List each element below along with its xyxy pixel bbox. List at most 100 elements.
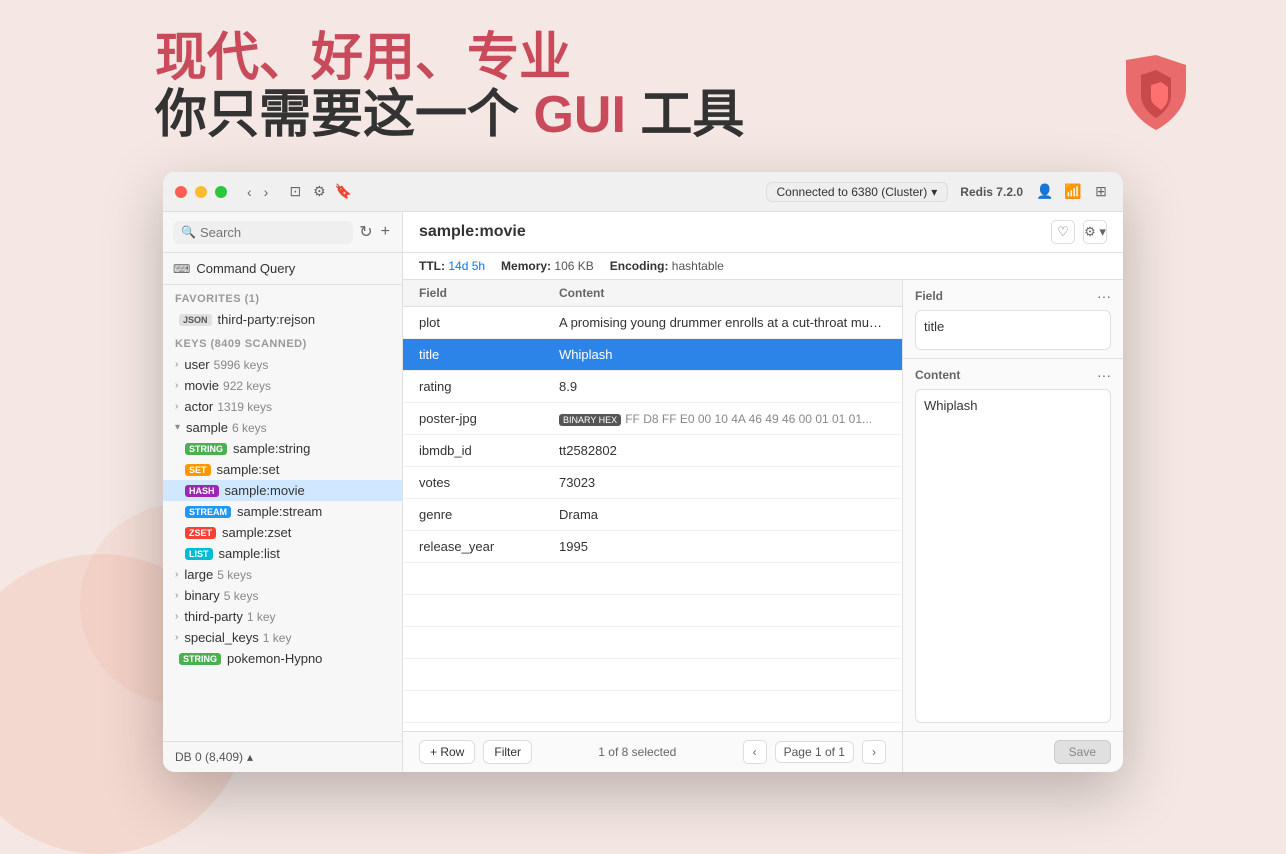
redis-version: Redis 7.2.0 (960, 185, 1023, 199)
next-page-button[interactable]: › (862, 740, 886, 764)
chevron-right-icon: › (175, 380, 178, 391)
add-row-label: + Row (430, 745, 464, 759)
favorites-header: FAVORITES (1) (163, 285, 402, 309)
wifi-icon[interactable]: 📶 (1063, 182, 1083, 202)
settings-icon[interactable]: ⚙ (310, 183, 328, 201)
key-group-large[interactable]: › large 5 keys (163, 564, 402, 585)
content-value-box[interactable]: Whiplash (915, 389, 1111, 723)
key-item-sample-stream[interactable]: STREAM sample:stream (163, 501, 402, 522)
filter-label: Filter (494, 745, 521, 759)
prev-page-button[interactable]: ‹ (743, 740, 767, 764)
bookmark-icon[interactable]: 🔖 (334, 183, 352, 201)
favorites-item[interactable]: JSON third-party:rejson (163, 309, 402, 330)
key-group-special-keys[interactable]: › special_keys 1 key (163, 627, 402, 648)
refresh-button[interactable]: ↻ (357, 220, 374, 244)
chevron-right-icon: › (175, 359, 178, 370)
sidebar: 🔍 ↻ + ⌨ Command Query FAVORITES (1) JSON… (163, 212, 403, 772)
chevron-right-icon: › (175, 632, 178, 643)
favorite-icon[interactable]: ♡ (1051, 220, 1075, 244)
key-group-third-party[interactable]: › third-party 1 key (163, 606, 402, 627)
layout-icon[interactable]: ⊞ (1091, 182, 1111, 202)
type-badge-hash: HASH (185, 485, 219, 497)
logo-area (1106, 40, 1206, 140)
table-row[interactable]: ibmdb_id tt2582802 (403, 435, 902, 467)
table-row[interactable]: votes 73023 (403, 467, 902, 499)
chevron-up-icon: ▴ (247, 750, 253, 764)
chevron-right-icon: › (175, 590, 178, 601)
minimize-button[interactable] (195, 186, 207, 198)
encoding-value: hashtable (672, 259, 724, 273)
maximize-button[interactable] (215, 186, 227, 198)
add-row-button[interactable]: + Row (419, 740, 475, 764)
search-input[interactable] (200, 225, 345, 240)
key-item-pokemon[interactable]: STRING pokemon-Hypno (163, 648, 402, 669)
app-logo (1106, 40, 1206, 140)
key-item-sample-list[interactable]: LIST sample:list (163, 543, 402, 564)
page-info: 1 of 8 selected (598, 745, 676, 759)
page-label: Page 1 of 1 (784, 745, 845, 759)
db-label: DB 0 (8,409) (175, 750, 243, 764)
table-footer: + Row Filter 1 of 8 selected ‹ Page 1 of… (403, 731, 902, 772)
type-badge-zset: ZSET (185, 527, 216, 539)
field-header: Field ··· (915, 288, 1111, 304)
search-bar: 🔍 ↻ + (163, 212, 402, 253)
chevron-down-icon: ▾ (175, 422, 180, 433)
save-button[interactable]: Save (1054, 740, 1111, 764)
key-group-user[interactable]: › user 5996 keys (163, 354, 402, 375)
col-header-field: Field (403, 286, 543, 300)
key-item-sample-set[interactable]: SET sample:set (163, 459, 402, 480)
ttl-value[interactable]: 14d 5h (448, 259, 485, 273)
key-item-sample-string[interactable]: STRING sample:string (163, 438, 402, 459)
key-header: sample:movie ♡ ⚙ ▾ (403, 212, 1123, 253)
key-item-sample-zset[interactable]: ZSET sample:zset (163, 522, 402, 543)
user-icon[interactable]: 👤 (1035, 182, 1055, 202)
settings-dropdown-icon[interactable]: ⚙ ▾ (1083, 220, 1107, 244)
field-label: Field (915, 289, 943, 303)
keys-header: KEYS (8409 SCANNED) (163, 330, 402, 354)
connection-badge[interactable]: Connected to 6380 (Cluster) ▾ (766, 182, 949, 202)
key-item-sample-movie[interactable]: HASH sample:movie (163, 480, 402, 501)
db-selector[interactable]: DB 0 (8,409) ▴ (163, 741, 402, 772)
content-more-icon[interactable]: ··· (1097, 367, 1111, 383)
type-badge-list: LIST (185, 548, 213, 560)
back-button[interactable]: ‹ (243, 182, 256, 202)
chevron-right-icon: › (175, 569, 178, 580)
key-group-binary[interactable]: › binary 5 keys (163, 585, 402, 606)
field-section: Field ··· title (903, 280, 1123, 359)
key-group-movie[interactable]: › movie 922 keys (163, 375, 402, 396)
filter-button[interactable]: Filter (483, 740, 532, 764)
table-row[interactable]: plot A promising young drummer enrolls a… (403, 307, 902, 339)
table-row-selected[interactable]: title Whiplash (403, 339, 902, 371)
split-view-icon[interactable]: ⊡ (286, 183, 304, 201)
command-query-nav[interactable]: ⌨ Command Query (163, 253, 402, 285)
header-text-gui: GUI (533, 86, 625, 144)
content-pane: Field Content plot A promising young dru… (403, 280, 1123, 772)
header-area: 现代、好用、专业 你只需要这一个 GUI 工具 (155, 30, 744, 144)
view-icons: ⊡ ⚙ 🔖 (286, 183, 352, 201)
right-pane: Field ··· title Content ··· Whiplash (903, 280, 1123, 772)
close-button[interactable] (175, 186, 187, 198)
table-row[interactable]: release_year 1995 (403, 531, 902, 563)
key-group-sample[interactable]: ▾ sample 6 keys (163, 417, 402, 438)
content-section: Content ··· Whiplash (903, 359, 1123, 732)
connection-label: Connected to 6380 (Cluster) (777, 185, 928, 199)
table-row[interactable]: genre Drama (403, 499, 902, 531)
chevron-right-icon: › (175, 401, 178, 412)
page-indicator[interactable]: Page 1 of 1 (775, 741, 854, 763)
forward-button[interactable]: › (260, 182, 273, 202)
field-value-box[interactable]: title (915, 310, 1111, 350)
chevron-down-icon: ▾ (931, 185, 937, 199)
app-body: 🔍 ↻ + ⌨ Command Query FAVORITES (1) JSON… (163, 212, 1123, 772)
header-line1: 现代、好用、专业 (155, 30, 744, 87)
ttl-label: TTL: 14d 5h (419, 259, 485, 273)
key-group-actor[interactable]: › actor 1319 keys (163, 396, 402, 417)
field-more-icon[interactable]: ··· (1097, 288, 1111, 304)
table-row[interactable]: poster-jpg BINARY HEXFF D8 FF E0 00 10 4… (403, 403, 902, 435)
table-row[interactable]: rating 8.9 (403, 371, 902, 403)
terminal-icon: ⌨ (173, 262, 190, 276)
app-window: ‹ › ⊡ ⚙ 🔖 Connected to 6380 (Cluster) ▾ … (163, 172, 1123, 772)
add-key-button[interactable]: + (379, 221, 392, 243)
empty-row (403, 595, 902, 627)
key-header-icons: ♡ ⚙ ▾ (1051, 220, 1107, 244)
search-input-wrapper[interactable]: 🔍 (173, 221, 353, 244)
